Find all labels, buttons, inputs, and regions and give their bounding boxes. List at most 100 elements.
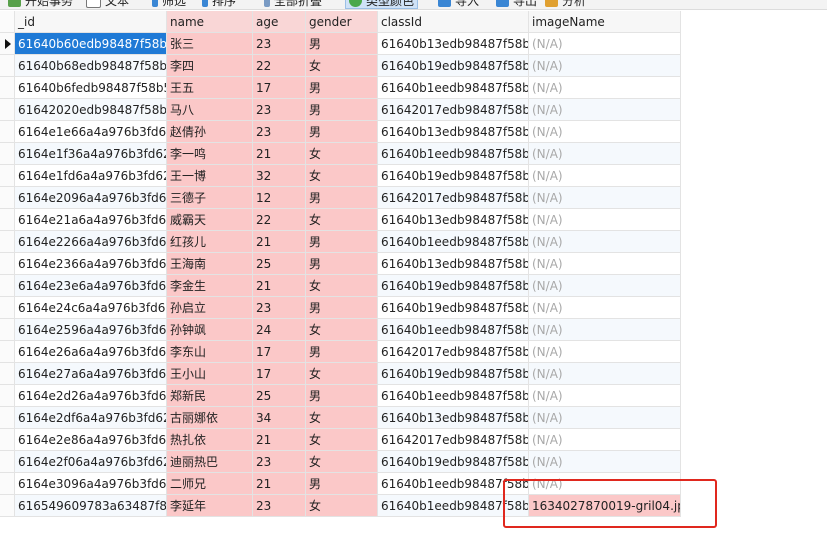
- toolbar-export[interactable]: 导出: [496, 0, 537, 9]
- column-header-name[interactable]: name: [167, 11, 253, 33]
- cell-age[interactable]: 25: [253, 253, 306, 275]
- cell-classId[interactable]: 61640b1eedb98487f58b5: [378, 77, 529, 99]
- cell-name[interactable]: 李金生: [167, 275, 253, 297]
- cell-age[interactable]: 22: [253, 55, 306, 77]
- cell-classId[interactable]: 61640b13edb98487f58b5: [378, 33, 529, 55]
- row-indicator[interactable]: [0, 275, 15, 297]
- cell-imageName[interactable]: (N/A): [529, 187, 681, 209]
- cell-id[interactable]: 6164e1e66a4a976b3fd62a: [15, 121, 167, 143]
- cell-age[interactable]: 12: [253, 187, 306, 209]
- cell-name[interactable]: 张三: [167, 33, 253, 55]
- cell-id[interactable]: 6164e23e6a4a976b3fd62a: [15, 275, 167, 297]
- cell-id[interactable]: 61642020edb98487f58b5: [15, 99, 167, 121]
- row-indicator[interactable]: [0, 385, 15, 407]
- cell-name[interactable]: 李四: [167, 55, 253, 77]
- row-indicator[interactable]: [0, 77, 15, 99]
- toolbar-sort[interactable]: 排序: [202, 0, 236, 9]
- cell-name[interactable]: 热扎依: [167, 429, 253, 451]
- cell-age[interactable]: 34: [253, 407, 306, 429]
- row-indicator[interactable]: [0, 209, 15, 231]
- cell-age[interactable]: 17: [253, 77, 306, 99]
- cell-gender[interactable]: 男: [306, 77, 378, 99]
- cell-gender[interactable]: 男: [306, 297, 378, 319]
- cell-imageName[interactable]: (N/A): [529, 143, 681, 165]
- cell-age[interactable]: 23: [253, 451, 306, 473]
- cell-imageName[interactable]: (N/A): [529, 297, 681, 319]
- cell-id[interactable]: 6164e2f06a4a976b3fd62a: [15, 451, 167, 473]
- cell-name[interactable]: 二师兄: [167, 473, 253, 495]
- cell-gender[interactable]: 男: [306, 33, 378, 55]
- cell-age[interactable]: 17: [253, 363, 306, 385]
- cell-id[interactable]: 6164e21a6a4a976b3fd62a: [15, 209, 167, 231]
- cell-age[interactable]: 24: [253, 319, 306, 341]
- cell-age[interactable]: 23: [253, 99, 306, 121]
- cell-gender[interactable]: 女: [306, 275, 378, 297]
- cell-imageName[interactable]: (N/A): [529, 385, 681, 407]
- cell-gender[interactable]: 女: [306, 143, 378, 165]
- toolbar-type-color[interactable]: 类型颜色: [345, 0, 419, 9]
- cell-id[interactable]: 6164e24c6a4a976b3fd62a: [15, 297, 167, 319]
- cell-gender[interactable]: 男: [306, 187, 378, 209]
- cell-id[interactable]: 6164e2596a4a976b3fd62a: [15, 319, 167, 341]
- toolbar-text[interactable]: 文本: [86, 0, 129, 9]
- row-indicator[interactable]: [0, 297, 15, 319]
- cell-classId[interactable]: 61640b13edb98487f58b5: [378, 253, 529, 275]
- cell-gender[interactable]: 女: [306, 495, 378, 517]
- cell-imageName[interactable]: (N/A): [529, 165, 681, 187]
- cell-id[interactable]: 6164e3096a4a976b3fd62a: [15, 473, 167, 495]
- cell-age[interactable]: 22: [253, 209, 306, 231]
- cell-age[interactable]: 21: [253, 429, 306, 451]
- cell-gender[interactable]: 男: [306, 385, 378, 407]
- cell-gender[interactable]: 男: [306, 253, 378, 275]
- cell-id[interactable]: 6164e27a6a4a976b3fd62a: [15, 363, 167, 385]
- cell-imageName[interactable]: (N/A): [529, 77, 681, 99]
- cell-gender[interactable]: 女: [306, 55, 378, 77]
- cell-gender[interactable]: 女: [306, 165, 378, 187]
- cell-classId[interactable]: 61640b1eedb98487f58b5: [378, 143, 529, 165]
- cell-id[interactable]: 6164e2df6a4a976b3fd62a: [15, 407, 167, 429]
- column-header-age[interactable]: age: [253, 11, 306, 33]
- column-header-imageName[interactable]: imageName: [529, 11, 681, 33]
- cell-id[interactable]: 6164e26a6a4a976b3fd62a: [15, 341, 167, 363]
- cell-age[interactable]: 21: [253, 231, 306, 253]
- cell-name[interactable]: 王一博: [167, 165, 253, 187]
- row-indicator[interactable]: [0, 319, 15, 341]
- cell-name[interactable]: 王五: [167, 77, 253, 99]
- row-indicator[interactable]: [0, 187, 15, 209]
- row-indicator[interactable]: [0, 231, 15, 253]
- cell-name[interactable]: 红孩儿: [167, 231, 253, 253]
- cell-age[interactable]: 23: [253, 121, 306, 143]
- cell-age[interactable]: 23: [253, 297, 306, 319]
- cell-gender[interactable]: 女: [306, 319, 378, 341]
- toolbar-collapse-all[interactable]: 全部折叠: [264, 0, 322, 9]
- cell-gender[interactable]: 女: [306, 429, 378, 451]
- toolbar-import[interactable]: 导入: [438, 0, 479, 9]
- row-indicator[interactable]: [0, 121, 15, 143]
- cell-classId[interactable]: 61640b1eedb98487f58b5: [378, 231, 529, 253]
- cell-id[interactable]: 6164e1fd6a4a976b3fd62a: [15, 165, 167, 187]
- cell-classId[interactable]: 61642017edb98487f58b5: [378, 99, 529, 121]
- cell-gender[interactable]: 女: [306, 209, 378, 231]
- cell-imageName[interactable]: (N/A): [529, 407, 681, 429]
- cell-id[interactable]: 6164e2096a4a976b3fd62a: [15, 187, 167, 209]
- cell-classId[interactable]: 61640b19edb98487f58b5: [378, 165, 529, 187]
- cell-classId[interactable]: 61642017edb98487f58b5: [378, 187, 529, 209]
- cell-classId[interactable]: 61640b13edb98487f58b5: [378, 121, 529, 143]
- cell-imageName[interactable]: (N/A): [529, 33, 681, 55]
- cell-imageName[interactable]: (N/A): [529, 429, 681, 451]
- cell-imageName[interactable]: (N/A): [529, 319, 681, 341]
- cell-name[interactable]: 李一鸣: [167, 143, 253, 165]
- cell-age[interactable]: 21: [253, 275, 306, 297]
- row-indicator[interactable]: [0, 451, 15, 473]
- cell-gender[interactable]: 男: [306, 473, 378, 495]
- row-indicator[interactable]: [0, 165, 15, 187]
- cell-imageName[interactable]: (N/A): [529, 451, 681, 473]
- row-indicator[interactable]: [0, 55, 15, 77]
- toolbar-analyze[interactable]: 分析: [545, 0, 586, 9]
- cell-age[interactable]: 25: [253, 385, 306, 407]
- cell-id[interactable]: 61640b6fedb98487f58b5l: [15, 77, 167, 99]
- cell-gender[interactable]: 女: [306, 407, 378, 429]
- cell-classId[interactable]: 61640b19edb98487f58b5: [378, 363, 529, 385]
- row-indicator[interactable]: [0, 429, 15, 451]
- cell-gender[interactable]: 男: [306, 341, 378, 363]
